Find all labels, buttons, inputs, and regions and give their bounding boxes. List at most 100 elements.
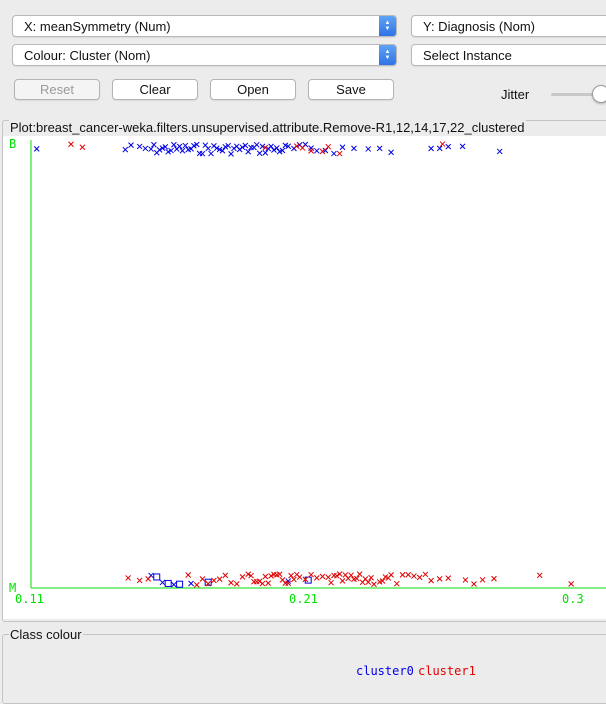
scatter-point-cluster0: [253, 141, 260, 148]
scatter-point-cluster0: [388, 149, 394, 156]
scatter-point-cluster0: [182, 142, 189, 149]
open-button[interactable]: Open: [210, 79, 296, 100]
scatter-point-cluster1: [388, 571, 394, 578]
colour-select[interactable]: Colour: Cluster (Nom) ▲ ▼: [12, 44, 397, 66]
scatter-point-cluster0: [256, 150, 263, 157]
scatter-point-cluster0: [376, 145, 383, 152]
scatter-point-cluster1: [439, 141, 446, 147]
scatter-point-cluster0: [128, 142, 134, 149]
scatter-point-cluster1: [445, 575, 452, 582]
class-colour-panel: [2, 634, 606, 704]
scatter-point-cluster1: [216, 576, 223, 583]
scatter-point-cluster1: [288, 572, 294, 579]
scatter-point-cluster1: [368, 574, 374, 581]
plot-marks: [33, 141, 574, 588]
scatter-point-cluster0: [136, 143, 143, 150]
x-tick-label: 0.21: [289, 592, 318, 606]
scatter-point-cluster0: [179, 147, 186, 154]
scatter-point-cluster0: [268, 143, 274, 150]
scatter-point-cluster1: [339, 578, 346, 584]
scatter-point-cluster1: [199, 576, 206, 582]
scatter-point-cluster0: [365, 146, 372, 152]
y-axis-select-label: Y: Diagnosis (Nom): [423, 19, 535, 34]
colour-select-label: Colour: Cluster (Nom): [24, 48, 151, 63]
chevron-updown-icon: ▲ ▼: [379, 45, 396, 65]
scatter-point-cluster0: [228, 151, 234, 157]
scatter-point-cluster1: [308, 148, 314, 154]
scatter-point-cluster0: [176, 580, 184, 588]
scatter-point-cluster0: [351, 145, 357, 152]
scatter-point-cluster0: [331, 150, 337, 157]
scatter-point-cluster0: [148, 146, 154, 152]
scatter-point-cluster0: [188, 580, 194, 587]
x-axis-select[interactable]: X: meanSymmetry (Num) ▲ ▼: [12, 15, 397, 37]
scatter-point-cluster1: [308, 571, 314, 578]
scatter-point-cluster1: [136, 577, 143, 584]
legend-item-cluster0[interactable]: cluster0: [356, 664, 414, 678]
scatter-point-cluster1: [125, 575, 132, 581]
scatter-point-cluster1: [479, 576, 486, 583]
scatter-point-cluster1: [416, 574, 423, 581]
scatter-point-cluster1: [259, 580, 266, 587]
scatter-point-cluster0: [436, 145, 443, 152]
scatter-point-cluster1: [319, 573, 326, 580]
scatter-point-cluster1: [68, 141, 74, 148]
save-button[interactable]: Save: [308, 79, 394, 100]
x-tick-label: 0.3: [562, 592, 584, 606]
scatter-point-cluster1: [325, 574, 332, 581]
scatter-point-cluster0: [122, 146, 129, 153]
scatter-point-cluster0: [262, 149, 269, 156]
scatter-point-cluster0: [245, 148, 252, 155]
plot-area[interactable]: B M 0.11 0.21 0.3: [3, 136, 606, 619]
clear-button[interactable]: Clear: [112, 79, 198, 100]
scatter-point-cluster1: [399, 572, 406, 578]
jitter-label: Jitter: [501, 87, 530, 102]
scatter-point-cluster1: [568, 581, 574, 587]
reset-button[interactable]: Reset: [14, 79, 100, 100]
scatter-point-cluster1: [299, 145, 306, 151]
scatter-point-cluster0: [496, 148, 503, 155]
scatter-point-cluster1: [356, 571, 363, 577]
scatter-point-cluster1: [79, 144, 86, 151]
chevron-updown-icon: ▲ ▼: [379, 16, 396, 36]
x-tick-label: 0.11: [15, 592, 44, 606]
scatter-point-cluster1: [193, 582, 200, 588]
scatter-point-cluster1: [325, 143, 332, 150]
y-axis-select[interactable]: Y: Diagnosis (Nom): [411, 15, 606, 37]
scatter-point-cluster1: [262, 573, 269, 580]
select-instance-select[interactable]: Select Instance: [411, 44, 606, 66]
scatter-point-cluster1: [328, 579, 334, 586]
scatter-point-cluster1: [348, 572, 354, 579]
scatter-point-cluster1: [296, 574, 303, 580]
scatter-point-cluster0: [339, 144, 346, 151]
legend-item-cluster1[interactable]: cluster1: [418, 664, 476, 678]
scatter-point-cluster1: [211, 577, 217, 584]
scatter-point-cluster0: [142, 145, 149, 152]
scatter-point-cluster0: [159, 579, 166, 586]
scatter-point-cluster1: [233, 581, 240, 587]
scatter-point-cluster1: [422, 571, 429, 578]
scatter-point-cluster1: [185, 572, 192, 578]
jitter-slider-handle[interactable]: [592, 85, 606, 103]
scatter-point-cluster0: [445, 143, 452, 150]
scatter-point-cluster0: [153, 573, 161, 581]
scatter-point-cluster1: [336, 150, 343, 157]
scatter-point-cluster1: [411, 573, 417, 579]
scatter-point-cluster0: [171, 141, 177, 148]
scatter-point-cluster1: [436, 575, 443, 582]
scatter-point-cluster1: [265, 580, 272, 586]
scatter-point-cluster0: [199, 150, 206, 157]
scatter-point-cluster1: [462, 577, 469, 583]
scatter-point-cluster0: [33, 146, 40, 152]
plot-title: Plot:breast_cancer-weka.filters.unsuperv…: [9, 120, 526, 135]
scatter-point-cluster1: [405, 571, 412, 578]
scatter-point-cluster1: [371, 581, 377, 588]
scatter-point-cluster1: [145, 575, 152, 582]
scatter-point-cluster0: [171, 581, 177, 588]
scatter-plot[interactable]: BM0.11 0.21 0.3: [3, 136, 606, 619]
class-colour-title: Class colour: [9, 627, 83, 642]
scatter-point-cluster1: [239, 574, 246, 580]
scatter-point-cluster0: [204, 578, 212, 586]
scatter-point-cluster1: [222, 572, 229, 579]
scatter-point-cluster1: [536, 572, 543, 579]
